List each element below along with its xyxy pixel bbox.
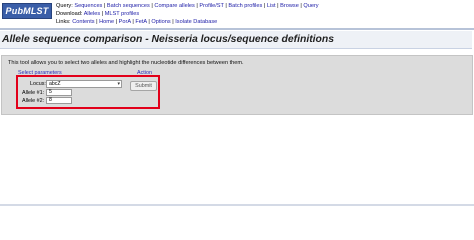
link-mlst-profiles[interactable]: MLST profiles: [105, 11, 139, 17]
link-options[interactable]: Options: [151, 19, 170, 25]
link-home[interactable]: Home: [99, 19, 114, 25]
link-alleles[interactable]: Alleles: [84, 11, 100, 17]
allele2-label: Allele #2:: [22, 98, 45, 104]
navigation-links: Query: Sequences | Batch sequences | Com…: [56, 2, 319, 26]
link-contents[interactable]: Contents: [72, 19, 94, 25]
links-row: Links: Contents | Home | PorA | FetA | O…: [56, 19, 218, 25]
query-links-row: Query: Sequences | Batch sequences | Com…: [56, 3, 319, 9]
link-compare-alleles[interactable]: Compare alleles: [154, 3, 194, 9]
pubmlst-logo[interactable]: PubMLST: [2, 3, 52, 19]
page-title: Allele sequence comparison - Neisseria l…: [2, 34, 335, 45]
link-query[interactable]: Query: [303, 3, 318, 9]
intro-text: This tool allows you to select two allel…: [8, 60, 244, 66]
submit-button[interactable]: Submit: [130, 81, 157, 91]
allele1-input[interactable]: 5: [46, 89, 72, 96]
page-title-bar: Allele sequence comparison - Neisseria l…: [0, 31, 472, 49]
link-batch-profiles[interactable]: Batch profiles: [228, 3, 262, 9]
link-browse[interactable]: Browse: [280, 3, 299, 9]
allele2-input[interactable]: 8: [46, 97, 72, 104]
link-list[interactable]: List: [267, 3, 276, 9]
links-label: Links:: [56, 19, 71, 25]
footer-divider: [0, 204, 474, 206]
link-pora[interactable]: PorA: [119, 19, 131, 25]
link-batch-sequences[interactable]: Batch sequences: [107, 3, 150, 9]
locus-select[interactable]: abcZ ▾: [46, 80, 122, 88]
download-label: Download:: [56, 11, 83, 17]
query-label: Query:: [56, 3, 73, 9]
link-isolate-database[interactable]: Isolate Database: [175, 19, 217, 25]
chevron-down-icon: ▾: [117, 81, 120, 87]
link-feta[interactable]: FetA: [135, 19, 147, 25]
allele1-label: Allele #1:: [22, 90, 45, 96]
link-profile-st[interactable]: Profile/ST: [199, 3, 223, 9]
download-links-row: Download: Alleles | MLST profiles: [56, 11, 140, 17]
page-header: PubMLST Query: Sequences | Batch sequenc…: [0, 0, 474, 27]
locus-label: Locus:: [30, 81, 46, 87]
header-divider: [0, 28, 474, 30]
locus-selected-value: abcZ: [49, 81, 61, 87]
link-sequences[interactable]: Sequences: [74, 3, 102, 9]
